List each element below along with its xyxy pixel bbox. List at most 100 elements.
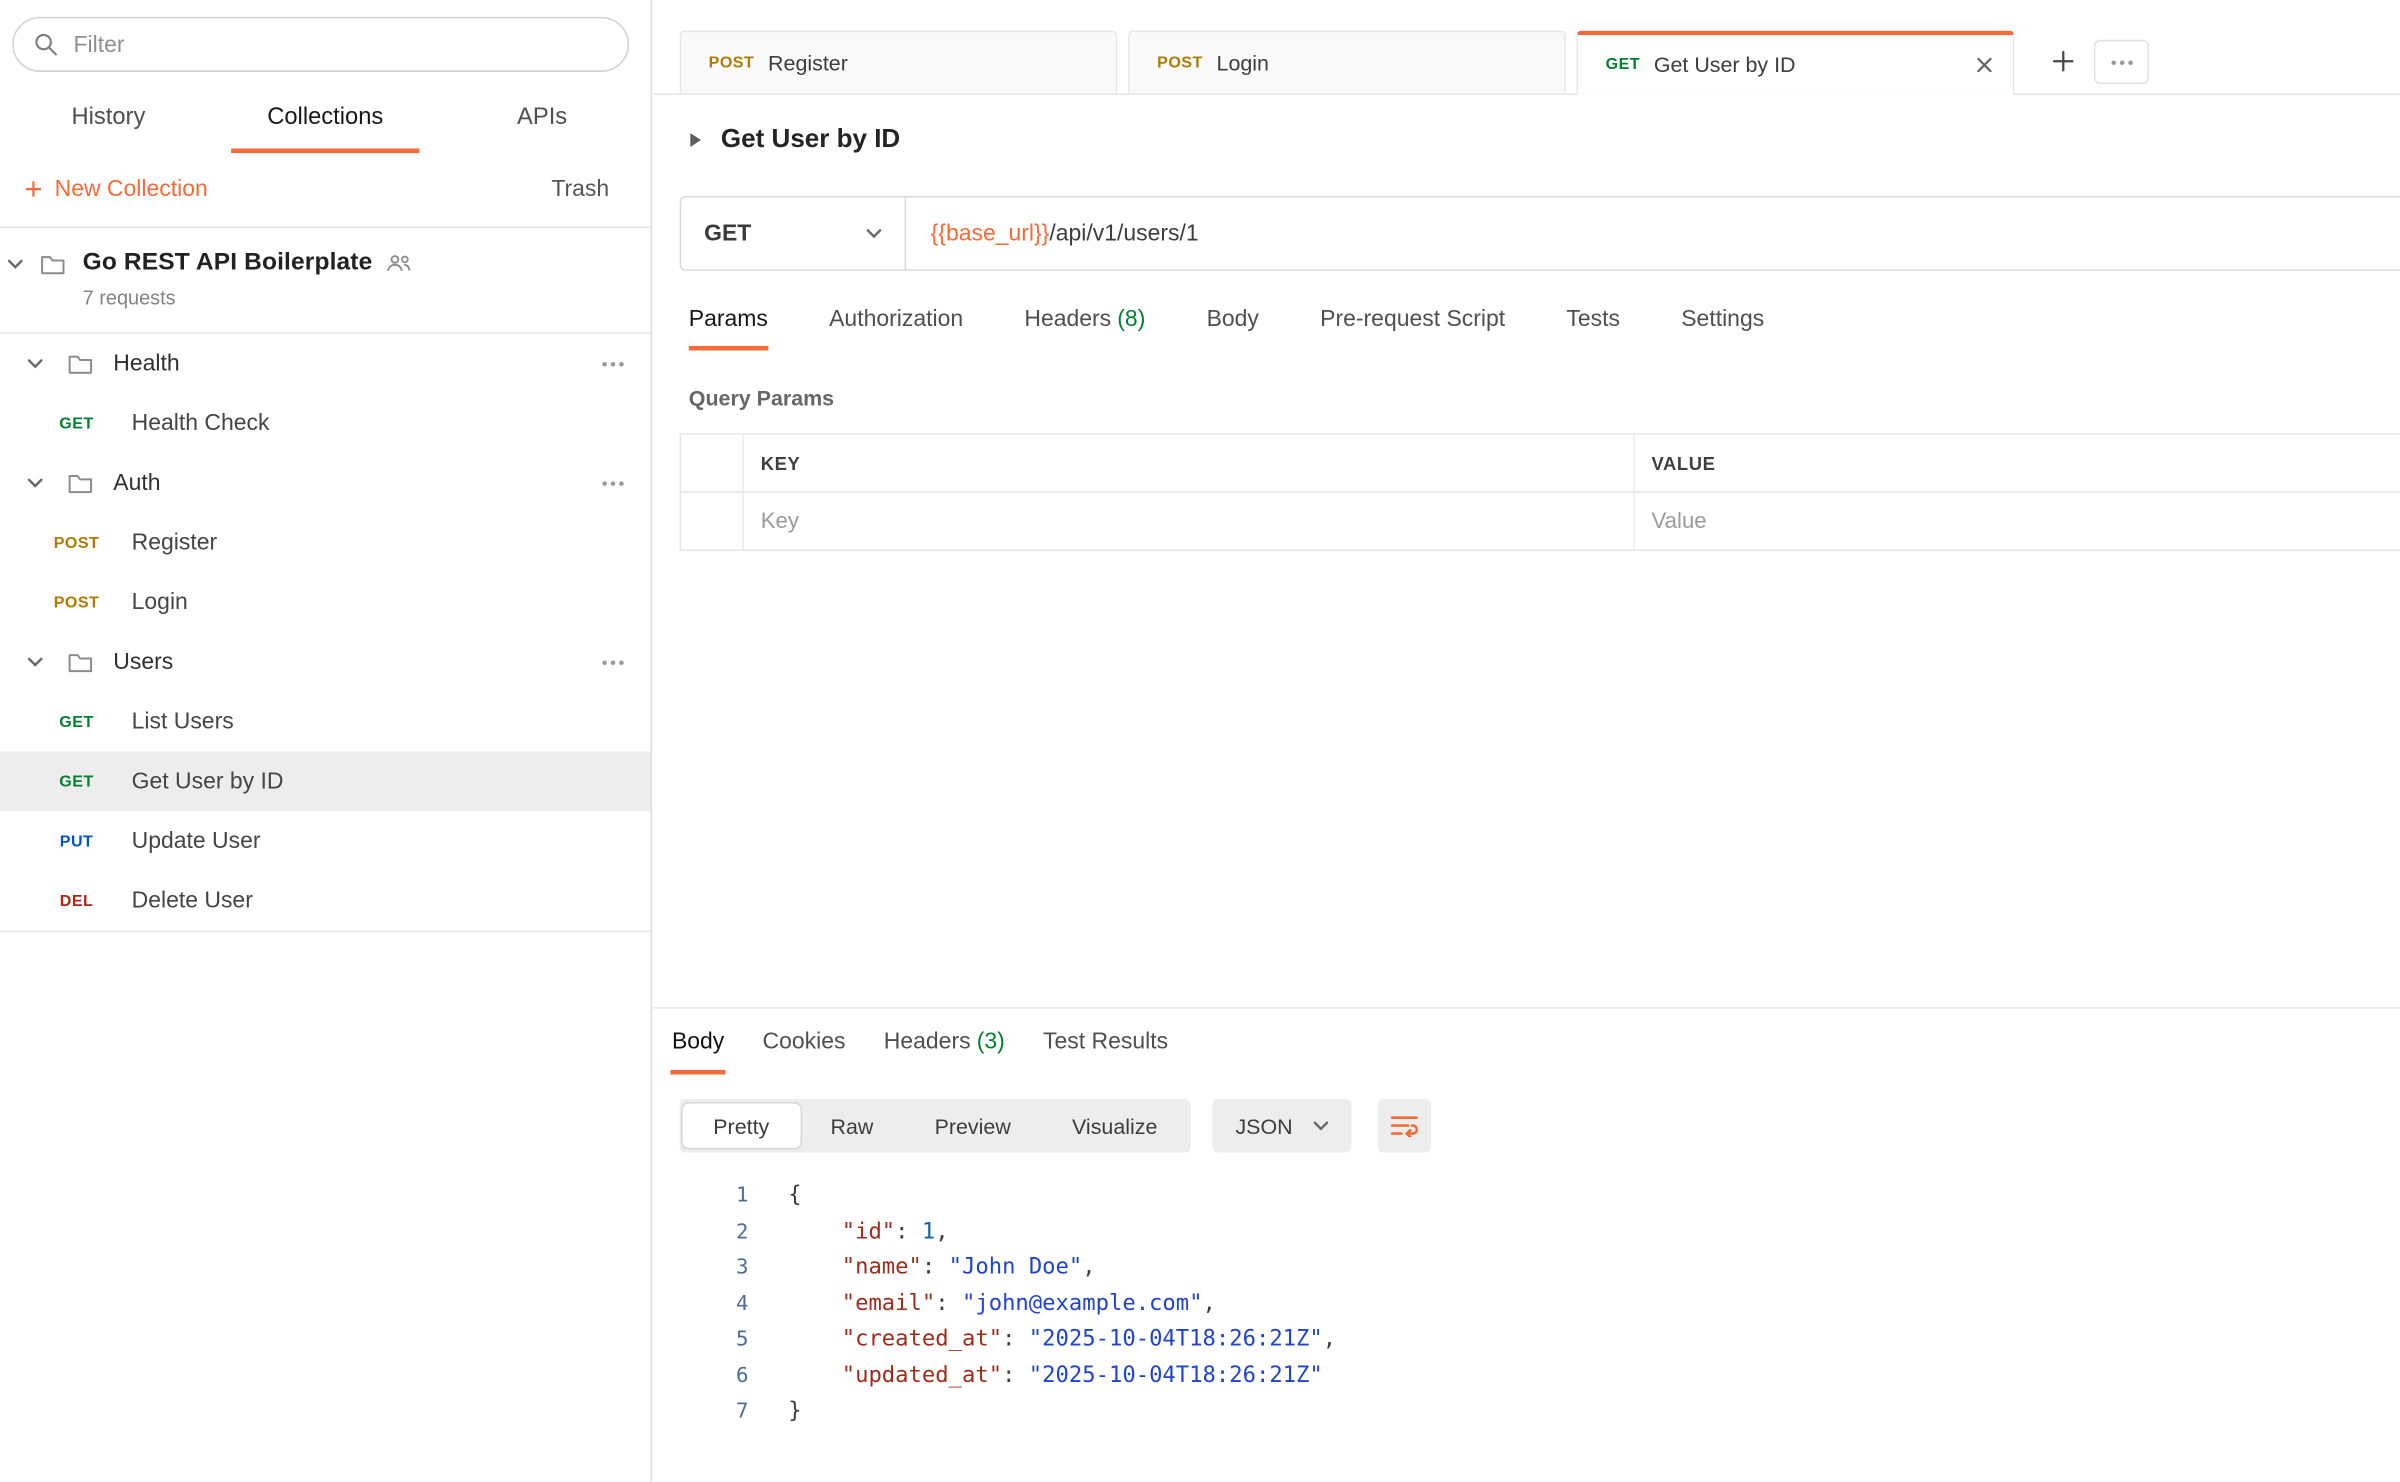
request-tab-body[interactable]: Body (1207, 306, 1259, 350)
request-tab-params[interactable]: Params (689, 306, 768, 350)
more-options-icon[interactable] (595, 474, 630, 492)
disclosure-triangle-icon[interactable] (689, 131, 703, 148)
trash-button[interactable]: Trash (551, 176, 609, 202)
chevron-down-icon (866, 228, 881, 239)
request-label: Update User (132, 828, 261, 854)
filter-box[interactable] (12, 17, 629, 72)
folder-icon (67, 651, 93, 672)
request-tab-authorization[interactable]: Authorization (829, 306, 963, 350)
request-title: Get User by ID (721, 124, 900, 155)
count-badge: (8) (1117, 306, 1145, 332)
sidebar-tab-collections[interactable]: Collections (217, 90, 434, 153)
chevron-down-icon[interactable] (28, 358, 43, 369)
plus-icon: + (24, 177, 42, 201)
request-title-row: Get User by ID (654, 95, 2400, 155)
view-pretty[interactable]: Pretty (683, 1104, 800, 1148)
request-tab-headers[interactable]: Headers(8) (1024, 306, 1145, 350)
plus-icon (2053, 51, 2074, 72)
method-badge: POST (43, 593, 110, 611)
sidebar: HistoryCollectionsAPIs + New Collection … (0, 0, 652, 1482)
folder-health[interactable]: Health (0, 334, 651, 394)
method-badge: GET (43, 712, 110, 730)
folder-icon (40, 254, 66, 275)
request-label: Delete User (132, 888, 253, 914)
line-number: 3 (654, 1251, 749, 1287)
request-register[interactable]: POSTRegister (0, 513, 651, 573)
code-line: 5 "created_at": "2025-10-04T18:26:21Z", (654, 1322, 2400, 1358)
sidebar-tab-label: Collections (231, 90, 421, 153)
request-list-users[interactable]: GETList Users (0, 692, 651, 752)
workspace-tab-login[interactable]: POSTLogin (1128, 31, 1566, 94)
request-tab-pre-request-script[interactable]: Pre-request Script (1320, 306, 1505, 350)
response-tab-body[interactable]: Body (670, 1009, 725, 1075)
close-icon[interactable] (1976, 56, 1993, 73)
method-select[interactable]: GET (681, 197, 906, 269)
key-input[interactable] (761, 509, 1618, 533)
line-number: 1 (654, 1179, 749, 1215)
request-login[interactable]: POST Login (0, 572, 651, 632)
folder-label: Users (113, 649, 595, 675)
line-number: 5 (654, 1322, 749, 1358)
folder-users[interactable]: Users (0, 632, 651, 692)
new-collection-label: New Collection (55, 176, 208, 202)
tab-title: Login (1217, 51, 1545, 75)
sidebar-tab-label: APIs (480, 90, 604, 153)
code-line: 7} (654, 1394, 2400, 1430)
tab-options-button[interactable] (2094, 40, 2149, 84)
response-tab-test-results[interactable]: Test Results (1042, 1009, 1170, 1075)
response-tab-cookies[interactable]: Cookies (761, 1009, 847, 1075)
request-tab-settings[interactable]: Settings (1681, 306, 1764, 350)
app: HistoryCollectionsAPIs + New Collection … (0, 0, 2400, 1482)
request-update-user[interactable]: PUTUpdate User (0, 811, 651, 871)
workspace-tab-get-user-by-id[interactable]: GET Get User by ID (1577, 31, 2015, 94)
count-badge: (3) (977, 1029, 1005, 1055)
folder-label: Health (113, 351, 595, 377)
value-input[interactable] (1652, 509, 2385, 533)
method-badge: GET (43, 414, 110, 432)
request-health-check[interactable]: GETHealth Check (0, 393, 651, 453)
url-path: /api/v1/users/1 (1049, 220, 1198, 246)
view-raw[interactable]: Raw (800, 1104, 904, 1148)
folder-label: Auth (113, 470, 595, 496)
chevron-down-icon[interactable] (28, 657, 43, 668)
view-preview[interactable]: Preview (904, 1104, 1041, 1148)
workspace-tab-register[interactable]: POSTRegister (680, 31, 1118, 94)
table-input-row (681, 491, 2400, 549)
request-label: Login (132, 589, 188, 615)
chevron-down-icon[interactable] (28, 478, 43, 489)
method-badge: POST (43, 533, 110, 551)
code-line: 4 "email": "john@example.com", (654, 1286, 2400, 1322)
sidebar-tab-apis[interactable]: APIs (434, 90, 651, 153)
sidebar-tab-history[interactable]: History (0, 90, 217, 153)
folder-icon (67, 353, 93, 374)
method-badge: GET (43, 772, 110, 790)
tab-title: Get User by ID (1654, 52, 1956, 76)
line-number: 4 (654, 1286, 749, 1322)
response-body-code: 1{2 "id": 1,3 "name": "John Doe",4 "emai… (654, 1179, 2400, 1431)
line-number: 2 (654, 1215, 749, 1251)
format-value: JSON (1235, 1114, 1292, 1138)
new-tab-button[interactable] (2039, 37, 2088, 86)
more-options-icon[interactable] (595, 354, 630, 372)
filter-input[interactable] (73, 31, 607, 57)
format-select[interactable]: JSON (1213, 1099, 1351, 1153)
chevron-down-icon[interactable] (8, 259, 23, 270)
request-tab-tests[interactable]: Tests (1566, 306, 1620, 350)
more-options-icon[interactable] (595, 653, 630, 671)
response-tabs: Body Cookies Headers(3) Test Results (654, 1009, 2400, 1075)
response-tab-headers[interactable]: Headers(3) (882, 1009, 1006, 1075)
request-delete-user[interactable]: DELDelete User (0, 871, 651, 931)
folder-auth[interactable]: Auth (0, 453, 651, 513)
sidebar-tab-label: History (35, 90, 182, 153)
value-column-header: VALUE (1633, 435, 2400, 492)
method-badge: GET (1606, 55, 1640, 73)
view-visualize[interactable]: Visualize (1041, 1104, 1188, 1148)
code-line: 6 "updated_at": "2025-10-04T18:26:21Z" (654, 1358, 2400, 1394)
method-badge: POST (709, 54, 755, 72)
request-get-user-by-id[interactable]: GETGet User by ID (0, 752, 651, 812)
collection-root[interactable]: Go REST API Boilerplate 7 requests (0, 228, 651, 334)
url-input[interactable]: {{base_url}}/api/v1/users/1 (906, 197, 2400, 269)
response-view-switcher: PrettyRawPreviewVisualize (680, 1099, 1191, 1153)
wrap-text-button[interactable] (1377, 1099, 1431, 1153)
new-collection-button[interactable]: + New Collection (24, 176, 207, 202)
